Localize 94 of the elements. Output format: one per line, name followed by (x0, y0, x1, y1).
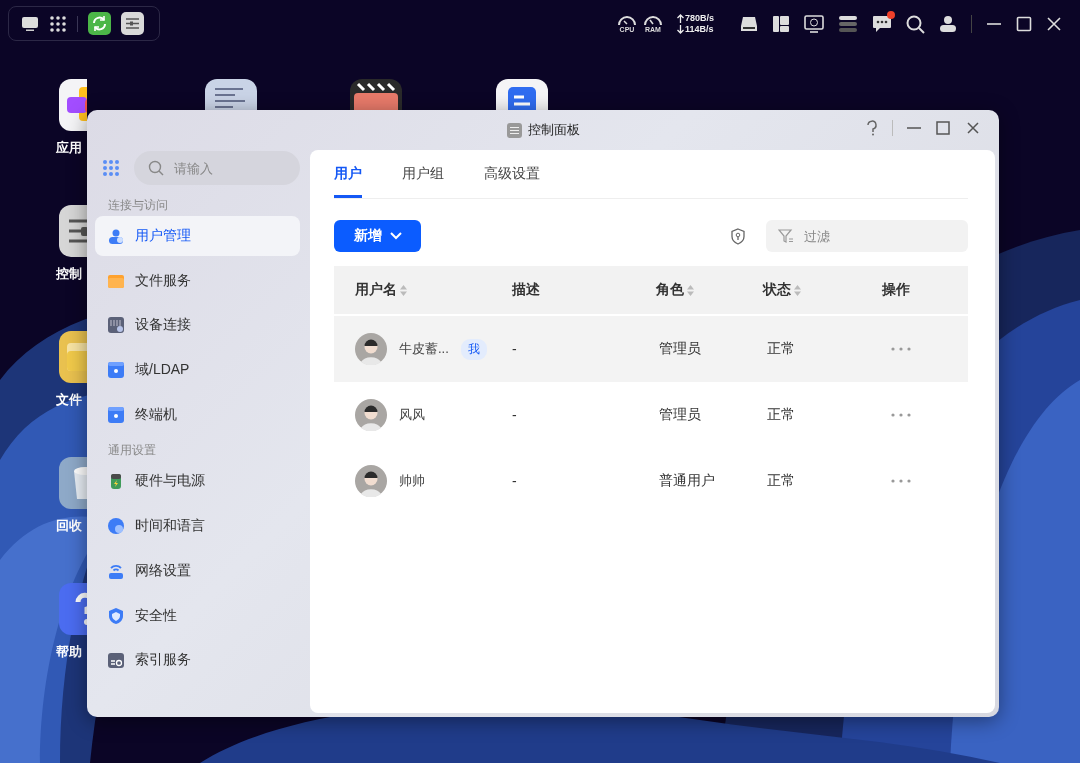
app-label: 帮助 (56, 643, 82, 661)
filter-icon (778, 228, 794, 244)
maximize-icon[interactable] (1016, 16, 1032, 32)
add-button[interactable]: 新增 (334, 220, 421, 252)
ellipsis-icon (891, 413, 911, 417)
maximize-icon (935, 120, 951, 136)
column-header[interactable]: 状态 (763, 281, 791, 299)
tab[interactable]: 用户 (334, 165, 362, 198)
app-label: 文件 (56, 391, 82, 409)
upload-rate: 780B/s (684, 13, 714, 24)
sidebar-item[interactable]: 设备连接 (95, 305, 300, 346)
chevron-down-icon (389, 232, 402, 240)
avatar-icon (355, 465, 387, 497)
table-cell-text: - (511, 473, 518, 489)
column-header: 描述 (512, 281, 540, 299)
avatar-icon (355, 333, 387, 365)
app-icon (496, 79, 548, 110)
control-panel-icon (121, 12, 144, 35)
ellipsis-icon (891, 479, 911, 483)
sidebar-item[interactable]: 用户管理 (95, 216, 300, 256)
section-title: 连接与访问 (107, 196, 169, 214)
search-icon (148, 160, 164, 176)
table-cell-text: - (511, 341, 518, 357)
maximize-button[interactable] (935, 120, 951, 136)
window-title: 控制面板 (527, 121, 580, 139)
sync-icon (88, 12, 111, 35)
avatar-icon (355, 399, 387, 431)
table-cell-text: 正常 (766, 472, 796, 490)
minimize-icon (907, 127, 921, 129)
down-arrow-icon (676, 25, 684, 34)
app-icon (350, 79, 402, 110)
chat-icon[interactable] (872, 15, 892, 33)
download-rate: 114B/s (684, 24, 714, 35)
search-box[interactable]: 请输入 (134, 151, 300, 185)
table-cell-text: - (511, 407, 518, 423)
index-icon (107, 651, 125, 670)
app-icon (59, 457, 87, 509)
table-cell-text: 正常 (766, 406, 796, 424)
sidebar-item[interactable]: 安全性 (95, 595, 300, 636)
drive-icon[interactable] (740, 16, 758, 32)
help-icon (866, 120, 878, 136)
me-badge: 我 (460, 338, 487, 360)
user-name: 风风 (399, 406, 425, 424)
toggles-icon[interactable] (838, 15, 858, 33)
tab[interactable]: 用户组 (402, 165, 444, 198)
app-icon (59, 583, 87, 635)
app-label: 控制 (56, 265, 82, 283)
table-cell-text: 普通用户 (658, 472, 716, 490)
layout-icon[interactable] (772, 15, 790, 33)
app-icon (59, 205, 87, 257)
table-cell-text: 管理员 (658, 406, 702, 424)
sidebar-item[interactable]: 终端机 (95, 394, 300, 435)
ellipsis-icon (891, 347, 911, 351)
close-icon (965, 120, 981, 136)
control-panel-icon (506, 122, 522, 138)
user-icon (107, 227, 125, 245)
close-button[interactable] (965, 120, 981, 136)
table-cell-text: 管理员 (658, 340, 702, 358)
app-icon (59, 331, 87, 383)
sidebar-item[interactable]: 文件服务 (95, 260, 300, 301)
gauge-icon (642, 14, 663, 26)
sidebar-item[interactable]: 索引服务 (95, 640, 300, 681)
device-icon (107, 316, 125, 335)
sidebar-item[interactable]: 硬件与电源 (95, 461, 300, 502)
shield-icon[interactable] (730, 227, 746, 245)
app-label: 应用 (56, 139, 82, 157)
user-name: 牛皮蓄... (399, 340, 449, 358)
column-header[interactable]: 角色 (656, 281, 684, 299)
table-row[interactable]: 牛皮蓄... 我 - 管理员 正常 (334, 316, 968, 382)
column-header: 操作 (882, 281, 910, 299)
sidebar-item[interactable]: 域/LDAP (95, 350, 300, 391)
close-icon[interactable] (1046, 16, 1062, 32)
column-header[interactable]: 用户名 (355, 281, 397, 299)
gauge-icon (616, 14, 637, 26)
section-title: 通用设置 (107, 441, 157, 459)
search-icon[interactable] (906, 14, 925, 34)
sidebar-item[interactable]: 网络设置 (95, 550, 300, 591)
filter-field[interactable]: 过滤 (804, 220, 956, 252)
monitor-globe-icon[interactable] (804, 15, 824, 33)
table-cell-text: 正常 (766, 340, 796, 358)
app-label: 回收 (56, 517, 82, 535)
monitor-icon (21, 15, 39, 32)
tab[interactable]: 高级设置 (484, 165, 540, 198)
up-arrow-icon (676, 14, 684, 23)
app-icon (59, 79, 87, 131)
search-field[interactable]: 请输入 (174, 151, 286, 185)
user-name: 帅帅 (399, 472, 425, 490)
user-icon[interactable] (939, 15, 957, 33)
shield-icon (107, 606, 125, 625)
help-button[interactable] (866, 120, 878, 136)
app-icon (205, 79, 257, 110)
sidebar-item[interactable]: 时间和语言 (95, 506, 300, 547)
app-grid-icon (49, 14, 67, 33)
filter-box[interactable]: 过滤 (766, 220, 968, 252)
